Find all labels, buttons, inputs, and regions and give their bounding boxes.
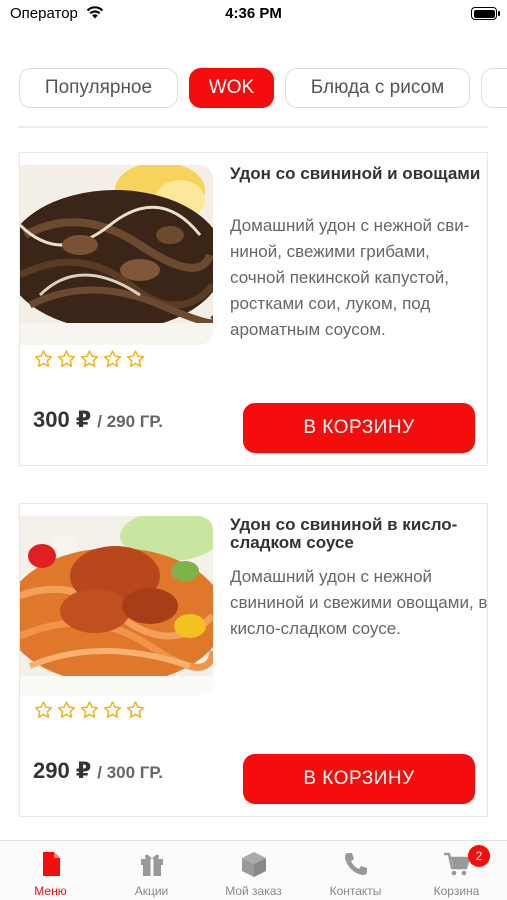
- tabbar-label: Корзина: [433, 884, 480, 898]
- product-description: Домашний удон с нежной сви- ниной, свежи…: [230, 216, 470, 339]
- product-card: Удон со свининой в кисло-сладком соусе Д…: [19, 503, 488, 817]
- clock: 4:36 PM: [225, 5, 282, 22]
- star-icon[interactable]: [56, 349, 77, 369]
- star-icon[interactable]: [125, 700, 146, 720]
- tab-wok[interactable]: WOK: [189, 68, 274, 108]
- gift-icon: [140, 854, 163, 876]
- category-tabs: Популярное WOK Блюда с рисом: [0, 68, 507, 110]
- price: 300 ₽ / 290 ГР.: [33, 407, 163, 433]
- tabbar-label: Меню: [34, 884, 67, 898]
- star-icon[interactable]: [102, 700, 123, 720]
- document-icon: [42, 852, 60, 876]
- tabbar-item-contacts[interactable]: Контакты: [305, 841, 406, 900]
- add-to-cart-button[interactable]: В КОРЗИНУ: [243, 403, 475, 453]
- product-description: Домашний удон с нежной свининой и свежим…: [230, 567, 488, 638]
- tabbar-label: Мой заказ: [225, 884, 282, 898]
- tabbar-item-menu[interactable]: Меню: [0, 841, 101, 900]
- product-title: Удон со свининой и овощами: [230, 164, 481, 183]
- tabbar-label: Контакты: [329, 884, 382, 898]
- rating-stars[interactable]: [33, 700, 146, 720]
- star-icon[interactable]: [79, 700, 100, 720]
- tab-rice-dishes[interactable]: Блюда с рисом: [285, 68, 470, 108]
- weight-label: / 300 ГР.: [97, 763, 163, 782]
- tab-popular[interactable]: Популярное: [19, 68, 178, 108]
- phone-icon: [344, 853, 367, 875]
- bottom-tab-bar: Меню Акции Мой заказ Контакты 2 Корзина: [0, 840, 507, 900]
- product-title: Удон со свининой в кисло-сладком соусе: [230, 515, 458, 552]
- tabbar-item-cart[interactable]: 2 Корзина: [406, 841, 507, 900]
- price-value: 300 ₽: [33, 407, 92, 432]
- battery-icon: [471, 7, 500, 20]
- product-card: Удон со свининой и овощами Домашний удон…: [19, 152, 488, 466]
- tabbar-label: Акции: [134, 884, 169, 898]
- status-bar: Оператор 4:36 PM: [0, 0, 507, 30]
- weight-label: / 290 ГР.: [97, 412, 163, 431]
- star-icon[interactable]: [33, 700, 54, 720]
- box-icon: [241, 852, 266, 877]
- product-image[interactable]: [20, 516, 213, 696]
- star-icon[interactable]: [79, 349, 100, 369]
- tab-next[interactable]: [481, 68, 507, 108]
- cart-badge: 2: [468, 845, 490, 867]
- divider: [18, 126, 488, 128]
- add-to-cart-button[interactable]: В КОРЗИНУ: [243, 754, 475, 804]
- tabbar-item-promotions[interactable]: Акции: [101, 841, 202, 900]
- star-icon[interactable]: [102, 349, 123, 369]
- rating-stars[interactable]: [33, 349, 146, 369]
- product-image[interactable]: [20, 165, 213, 345]
- price-value: 290 ₽: [33, 758, 92, 783]
- star-icon[interactable]: [56, 700, 77, 720]
- star-icon[interactable]: [33, 349, 54, 369]
- tabbar-item-my-order[interactable]: Мой заказ: [202, 841, 305, 900]
- price: 290 ₽ / 300 ГР.: [33, 758, 163, 784]
- star-icon[interactable]: [125, 349, 146, 369]
- cart-icon: [443, 852, 470, 876]
